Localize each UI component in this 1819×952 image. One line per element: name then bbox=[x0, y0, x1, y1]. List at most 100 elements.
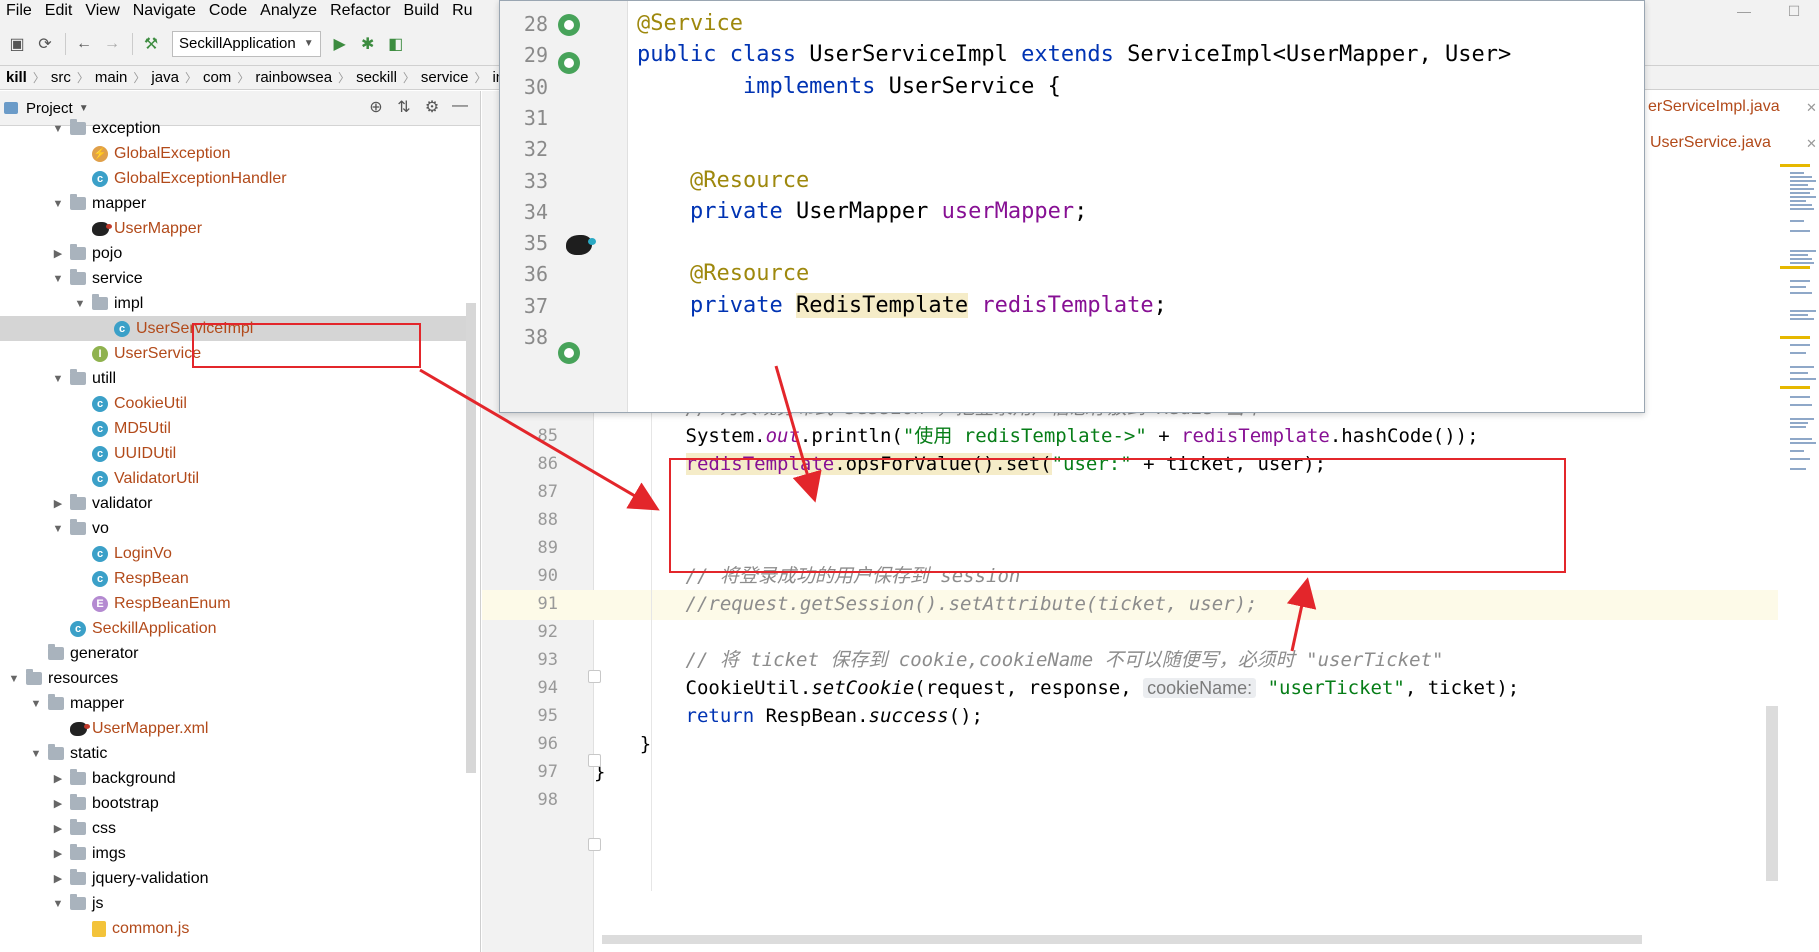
breadcrumb-item[interactable]: service bbox=[415, 69, 475, 86]
locate-icon[interactable]: ⊕ bbox=[362, 97, 390, 117]
code-line[interactable]: CookieUtil.setCookie(request, response, … bbox=[594, 674, 1520, 702]
chevron-right-icon[interactable]: ▶ bbox=[52, 497, 64, 510]
hide-icon[interactable]: — bbox=[446, 97, 474, 117]
menu-item-code[interactable]: Code bbox=[203, 2, 254, 20]
breadcrumb-item[interactable]: src bbox=[45, 69, 77, 86]
fold-marker-icon[interactable] bbox=[588, 838, 601, 851]
tree-item[interactable]: common.js bbox=[0, 916, 470, 941]
code-line[interactable]: } bbox=[594, 730, 651, 758]
mybatis-gutter-icon[interactable] bbox=[566, 235, 596, 255]
breadcrumb-item[interactable]: java bbox=[145, 69, 185, 86]
chevron-down-icon[interactable]: ▼ bbox=[79, 103, 89, 114]
chevron-right-icon[interactable]: ▶ bbox=[52, 872, 64, 885]
tree-item[interactable]: ▶ pojo bbox=[0, 241, 470, 266]
chevron-right-icon[interactable]: ▶ bbox=[52, 822, 64, 835]
chevron-right-icon[interactable]: ▶ bbox=[52, 797, 64, 810]
code-line[interactable]: // 将 ticket 保存到 cookie,cookieName 不可以随便写… bbox=[594, 646, 1444, 674]
chevron-down-icon[interactable]: ▼ bbox=[74, 298, 86, 310]
chevron-down-icon[interactable]: ▼ bbox=[52, 373, 64, 385]
tree-item[interactable]: ▶ css bbox=[0, 816, 470, 841]
tree-item[interactable]: c RespBean bbox=[0, 566, 470, 591]
debug-icon[interactable]: ✱ bbox=[355, 31, 381, 57]
run-config-selector[interactable]: SeckillApplication ▼ bbox=[172, 30, 321, 57]
tree-item[interactable]: c SeckillApplication bbox=[0, 616, 470, 641]
breadcrumb-item[interactable]: kill bbox=[0, 69, 33, 86]
tree-item[interactable]: c MD5Util bbox=[0, 416, 470, 441]
build-hammer-icon[interactable]: ⚒ bbox=[138, 31, 164, 57]
maximize-icon[interactable]: ☐ bbox=[1769, 0, 1819, 22]
breadcrumb-item[interactable]: com bbox=[197, 69, 237, 86]
fold-marker-icon[interactable] bbox=[588, 670, 601, 683]
tree-item[interactable]: UserMapper.xml bbox=[0, 716, 470, 741]
menu-item-refactor[interactable]: Refactor bbox=[324, 2, 397, 20]
tree-item[interactable]: c CookieUtil bbox=[0, 391, 470, 416]
menu-item-view[interactable]: View bbox=[79, 2, 126, 20]
close-icon[interactable]: ✕ bbox=[1806, 136, 1817, 152]
tree-item[interactable]: ▼ resources bbox=[0, 666, 470, 691]
menu-item-analyze[interactable]: Analyze bbox=[254, 2, 324, 20]
chevron-down-icon[interactable]: ▼ bbox=[8, 673, 20, 685]
tree-item[interactable]: ▼ mapper bbox=[0, 691, 470, 716]
sync-icon[interactable]: ⟳ bbox=[32, 31, 58, 57]
menu-item-build[interactable]: Build bbox=[398, 2, 447, 20]
editor-tab-userserviceimpl[interactable]: erServiceImpl.java bbox=[1648, 98, 1780, 116]
editor-horizontal-scrollbar[interactable] bbox=[602, 935, 1642, 944]
tree-item[interactable]: ▼ static bbox=[0, 741, 470, 766]
close-icon[interactable]: ✕ bbox=[1806, 100, 1817, 116]
chevron-down-icon[interactable]: ▼ bbox=[30, 748, 42, 760]
tree-item[interactable]: ▶ validator bbox=[0, 491, 470, 516]
chevron-down-icon[interactable]: ▼ bbox=[52, 123, 64, 135]
editor-vertical-scrollbar[interactable] bbox=[1766, 706, 1778, 881]
tree-item[interactable]: ▼ utill bbox=[0, 366, 470, 391]
collapse-all-icon[interactable]: ⇅ bbox=[390, 97, 418, 117]
tree-scrollbar[interactable] bbox=[466, 303, 476, 773]
menu-item-ru[interactable]: Ru bbox=[446, 2, 479, 20]
breadcrumb-item[interactable]: seckill bbox=[350, 69, 403, 86]
breadcrumb-item[interactable]: rainbowsea bbox=[249, 69, 338, 86]
tree-item[interactable]: E RespBeanEnum bbox=[0, 591, 470, 616]
tree-item[interactable]: ▶ bootstrap bbox=[0, 791, 470, 816]
tree-item[interactable]: c UUIDUtil bbox=[0, 441, 470, 466]
menu-item-edit[interactable]: Edit bbox=[39, 2, 80, 20]
implements-gutter-icon[interactable] bbox=[558, 52, 580, 74]
chevron-down-icon[interactable]: ▼ bbox=[52, 898, 64, 910]
breadcrumb-item[interactable]: main bbox=[89, 69, 134, 86]
code-line[interactable]: System.out.println("使用 redisTemplate->" … bbox=[594, 422, 1479, 450]
tree-item[interactable]: ▼ impl bbox=[0, 291, 470, 316]
menu-item-file[interactable]: File bbox=[0, 2, 39, 20]
tree-item[interactable]: ⚡ GlobalException bbox=[0, 141, 470, 166]
chevron-down-icon[interactable]: ▼ bbox=[52, 273, 64, 285]
bean-gutter-icon[interactable] bbox=[558, 14, 580, 36]
chevron-down-icon[interactable]: ▼ bbox=[52, 523, 64, 535]
project-panel-title[interactable]: Project bbox=[26, 100, 73, 117]
tree-item[interactable]: ▼ vo bbox=[0, 516, 470, 541]
tree-item[interactable]: generator bbox=[0, 641, 470, 666]
tree-item[interactable]: c GlobalExceptionHandler bbox=[0, 166, 470, 191]
back-icon[interactable]: ← bbox=[71, 31, 97, 57]
tree-item[interactable]: ▶ jquery-validation bbox=[0, 866, 470, 891]
autowired-gutter-icon[interactable] bbox=[558, 342, 580, 364]
chevron-right-icon[interactable]: ▶ bbox=[52, 247, 64, 260]
tree-item[interactable]: UserMapper bbox=[0, 216, 470, 241]
chevron-right-icon[interactable]: ▶ bbox=[52, 847, 64, 860]
tree-item[interactable]: c ValidatorUtil bbox=[0, 466, 470, 491]
run-icon[interactable]: ▶ bbox=[327, 31, 353, 57]
tree-item[interactable]: ▼ mapper bbox=[0, 191, 470, 216]
menu-item-navigate[interactable]: Navigate bbox=[127, 2, 203, 20]
code-line[interactable]: return RespBean.success(); bbox=[594, 702, 983, 730]
editor-tab-userservice[interactable]: UserService.java bbox=[1650, 134, 1771, 152]
fold-marker-icon[interactable] bbox=[588, 754, 601, 767]
coverage-icon[interactable]: ◧ bbox=[383, 31, 409, 57]
error-stripe[interactable] bbox=[1780, 160, 1819, 540]
chevron-right-icon[interactable]: ▶ bbox=[52, 772, 64, 785]
tree-item[interactable]: ▶ imgs bbox=[0, 841, 470, 866]
tree-item[interactable]: ▶ background bbox=[0, 766, 470, 791]
tree-item[interactable]: ▼ service bbox=[0, 266, 470, 291]
tree-item[interactable]: c LoginVo bbox=[0, 541, 470, 566]
gear-icon[interactable]: ⚙ bbox=[418, 97, 446, 117]
save-icon[interactable]: ▣ bbox=[4, 31, 30, 57]
chevron-down-icon[interactable]: ▼ bbox=[52, 198, 64, 210]
chevron-down-icon[interactable]: ▼ bbox=[30, 698, 42, 710]
tree-item[interactable]: ▼ exception bbox=[0, 116, 470, 141]
forward-icon[interactable]: → bbox=[99, 31, 125, 57]
